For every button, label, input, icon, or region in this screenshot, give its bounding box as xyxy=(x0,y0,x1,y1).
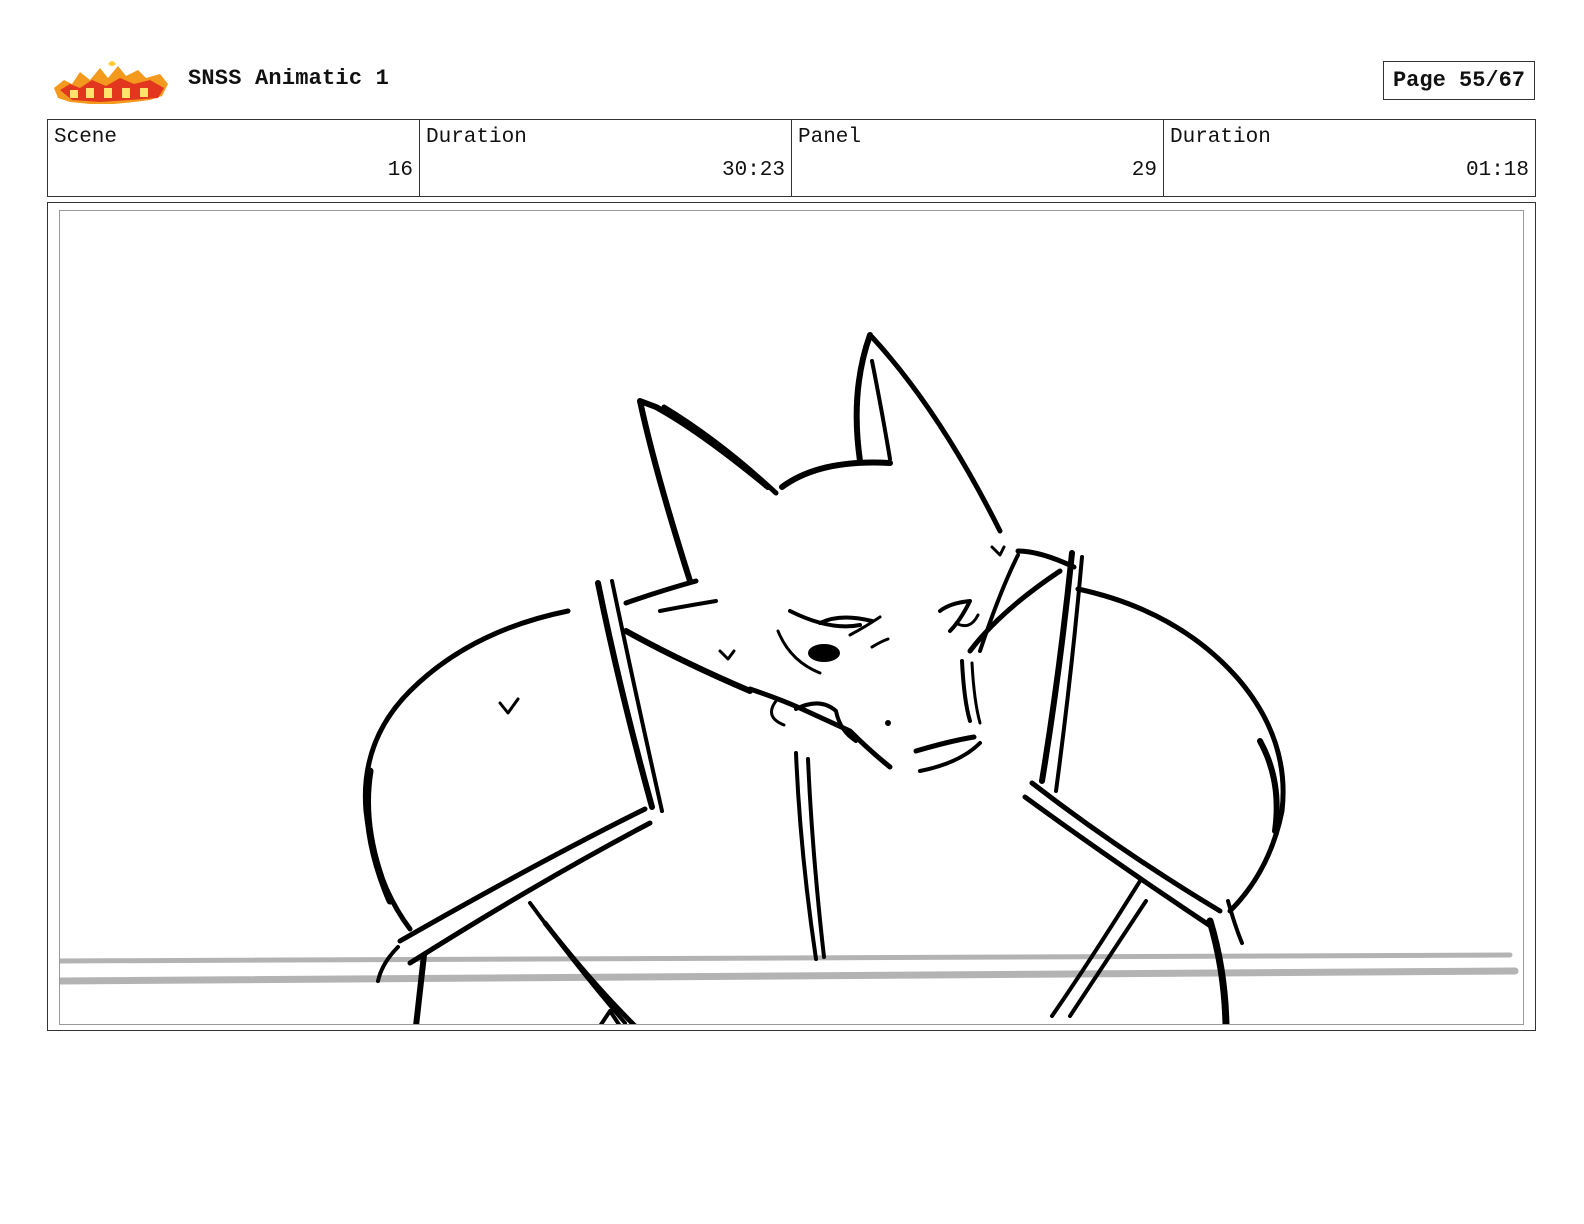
scene-label: Scene xyxy=(54,126,118,149)
scene-duration-cell: Duration 30:23 xyxy=(420,120,792,196)
info-table: Scene 16 Duration 30:23 Panel 29 Duratio… xyxy=(47,119,1536,197)
page-counter: Page 55/67 xyxy=(1383,61,1535,100)
panel-duration-value: 01:18 xyxy=(1465,159,1529,182)
storyboard-panel xyxy=(47,202,1536,1031)
scene-duration-label: Duration xyxy=(426,126,527,149)
scene-value: 16 xyxy=(387,159,413,182)
panel-inner-frame xyxy=(59,210,1524,1025)
document-title: SNSS Animatic 1 xyxy=(188,66,390,91)
panel-value: 29 xyxy=(1131,159,1157,182)
scene-cell: Scene 16 xyxy=(48,120,420,196)
scene-duration-value: 30:23 xyxy=(721,159,785,182)
panel-cell: Panel 29 xyxy=(792,120,1164,196)
panel-label: Panel xyxy=(798,126,862,149)
storyboard-sketch-image xyxy=(60,332,1519,1024)
panel-duration-label: Duration xyxy=(1170,126,1271,149)
panel-duration-cell: Duration 01:18 xyxy=(1164,120,1535,196)
show-logo-icon xyxy=(50,58,172,108)
